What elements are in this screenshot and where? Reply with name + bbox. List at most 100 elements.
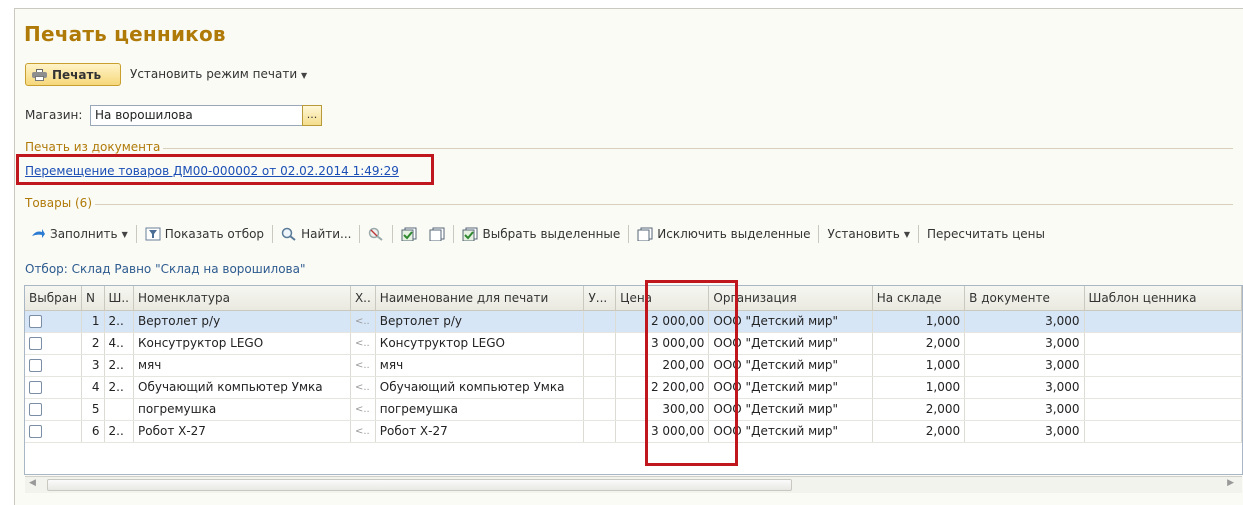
shop-input[interactable]: На ворошилова [90, 105, 304, 126]
row-checkbox[interactable] [29, 403, 42, 416]
document-highlight [16, 154, 434, 185]
set-menu-button[interactable]: Установить ▼ [821, 224, 916, 244]
row-checkbox[interactable] [29, 315, 42, 328]
toolbar-separator [392, 225, 394, 243]
check-all-icon [401, 227, 417, 241]
cell-sh: 2.. [104, 376, 135, 399]
row-checkbox[interactable] [29, 381, 42, 394]
cell-print-name: Робот Х-27 [375, 420, 585, 443]
cell-u [583, 310, 617, 333]
cell-tpl [1084, 376, 1242, 399]
goods-group-label: Товары (6) [25, 196, 96, 210]
table-row[interactable]: 3 2.. мяч <.. мяч 200,00 ООО "Детский мир" 1,00… [25, 354, 1242, 377]
cell-stock: 2,000 [872, 332, 966, 355]
column-header-nomenclature[interactable]: Номенклатура [133, 286, 351, 311]
show-filter-button[interactable]: Показать отбор [139, 224, 270, 244]
divider [25, 204, 1233, 205]
printer-icon [32, 68, 47, 81]
scrollbar-thumb[interactable] [47, 479, 792, 491]
print-from-document-label: Печать из документа [25, 140, 164, 154]
print-mode-menu[interactable]: Установить режим печати ▼ [130, 67, 307, 81]
select-selected-label: Выбрать выделенные [482, 227, 621, 241]
recalc-prices-button[interactable]: Пересчитать цены [921, 224, 1051, 244]
cell-sh [104, 398, 135, 421]
cell-sh: 2.. [104, 420, 135, 443]
column-header-in-stock[interactable]: На складе [872, 286, 966, 311]
chevron-down-icon: ▼ [903, 229, 910, 239]
table-row[interactable]: 6 2.. Робот Х-27 <.. Робот Х-27 3 000,00 ООО "… [25, 420, 1242, 443]
cell-n: 3 [81, 354, 105, 377]
cell-n: 2 [81, 332, 105, 355]
table-row[interactable]: 4 2.. Обучающий компьютер Умка <.. Обучающий… [25, 376, 1242, 399]
print-button-label: Печать [52, 67, 102, 82]
cell-print-name: мяч [375, 354, 585, 377]
column-header-in-document[interactable]: В документе [964, 286, 1085, 311]
cell-n: 6 [81, 420, 105, 443]
cancel-search-button[interactable] [362, 224, 390, 244]
check-all-button[interactable] [395, 224, 423, 244]
print-button[interactable]: Печать [25, 63, 121, 86]
cell-u [583, 354, 617, 377]
cell-sh: 2.. [104, 354, 135, 377]
table-row[interactable]: 5 погремушка <.. погремушка 300,00 ООО "Детск… [25, 398, 1242, 421]
exclude-selected-button[interactable]: Исключить выделенные [631, 224, 816, 244]
scroll-right-icon[interactable]: ▶ [1227, 478, 1234, 488]
toolbar-separator [272, 225, 274, 243]
cell-u [583, 376, 617, 399]
show-filter-label: Показать отбор [164, 227, 265, 241]
table-row[interactable]: 2 4.. Консутруктор LEGO <.. Консутруктор LEG… [25, 332, 1242, 355]
print-mode-label: Установить режим печати [130, 67, 298, 81]
filter-text: Отбор: Склад Равно "Склад на ворошилова" [25, 262, 306, 276]
cell-u [583, 420, 617, 443]
scroll-left-icon[interactable]: ◀ [29, 478, 36, 488]
cell-x: <.. [350, 420, 376, 443]
row-checkbox-cell [25, 332, 82, 355]
find-button[interactable]: Найти... [275, 224, 357, 244]
uncheck-all-icon [429, 227, 445, 241]
arrow-fill-icon [32, 229, 45, 238]
cell-u [583, 398, 617, 421]
column-header-char[interactable]: Х.. [350, 286, 376, 311]
cell-doc: 3,000 [964, 420, 1085, 443]
column-header-barcode[interactable]: Ш.. [104, 286, 135, 311]
row-checkbox[interactable] [29, 337, 42, 350]
cell-u [583, 332, 617, 355]
cell-doc: 3,000 [964, 332, 1085, 355]
cancel-search-icon [369, 227, 384, 241]
uncheck-selected-icon [637, 227, 653, 241]
column-header-selected[interactable]: Выбран [25, 286, 82, 311]
cell-tpl [1084, 420, 1242, 443]
cell-tpl [1084, 310, 1242, 333]
cell-nom: Обучающий компьютер Умка [133, 376, 351, 399]
shop-select-button[interactable]: ... [302, 105, 322, 126]
row-checkbox[interactable] [29, 359, 42, 372]
table-row[interactable]: 1 2.. Вертолет р/у <.. Вертолет р/у 2 000,00 О… [25, 310, 1242, 333]
uncheck-all-button[interactable] [423, 224, 451, 244]
fill-button[interactable]: Заполнить ▼ [24, 224, 134, 244]
column-header-unit[interactable]: У... [583, 286, 617, 311]
cell-stock: 2,000 [872, 398, 966, 421]
cell-x: <.. [350, 332, 376, 355]
cell-doc: 3,000 [964, 376, 1085, 399]
row-checkbox-cell [25, 354, 82, 377]
row-checkbox-cell [25, 398, 82, 421]
cell-print-name: Вертолет р/у [375, 310, 585, 333]
find-label: Найти... [301, 227, 352, 241]
select-selected-button[interactable]: Выбрать выделенные [456, 224, 626, 244]
row-checkbox[interactable] [29, 425, 42, 438]
cell-tpl [1084, 398, 1242, 421]
cell-x: <.. [350, 376, 376, 399]
check-selected-icon [462, 227, 478, 241]
cell-stock: 1,000 [872, 354, 966, 377]
cell-print-name: Обучающий компьютер Умка [375, 376, 585, 399]
toolbar-separator [818, 225, 820, 243]
column-header-template[interactable]: Шаблон ценника [1084, 286, 1242, 311]
horizontal-scrollbar[interactable]: ◀ ▶ [25, 476, 1242, 493]
toolbar-separator [135, 225, 137, 243]
cell-nom: Робот Х-27 [133, 420, 351, 443]
cell-n: 4 [81, 376, 105, 399]
column-header-print-name[interactable]: Наименование для печати [375, 286, 585, 311]
goods-table: Выбран N Ш.. Номенклатура Х.. Наименование дл… [24, 285, 1243, 475]
cell-print-name: Консутруктор LEGO [375, 332, 585, 355]
column-header-n[interactable]: N [81, 286, 105, 311]
